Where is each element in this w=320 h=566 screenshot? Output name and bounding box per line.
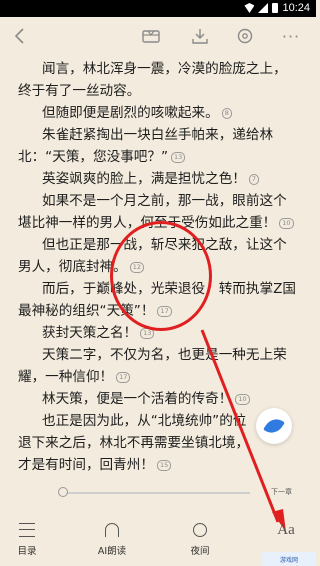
nav-ai-read-label: AI朗读 — [97, 546, 127, 557]
nav-font[interactable]: Aa — [256, 520, 316, 540]
watermark-logo: 游戏网 — [262, 552, 316, 566]
list-icon — [19, 523, 35, 537]
nav-night-label: 夜间 — [190, 546, 210, 557]
progress-track[interactable] — [64, 492, 250, 494]
font-size-icon: Aa — [277, 521, 295, 538]
progress-knob[interactable] — [58, 487, 68, 497]
nav-catalog[interactable]: 目录 — [0, 520, 57, 557]
write-comment-button[interactable] — [256, 408, 292, 444]
moon-icon — [193, 523, 207, 537]
nav-night[interactable]: 夜间 — [170, 520, 230, 557]
headphones-icon — [105, 523, 119, 537]
next-chapter-button[interactable]: 下一章 — [271, 487, 292, 497]
nav-catalog-label: 目录 — [17, 546, 37, 557]
nav-ai-read[interactable]: AI朗读 — [82, 520, 142, 557]
chapter-progress: 下一章 — [0, 482, 316, 504]
feather-icon — [263, 414, 285, 438]
